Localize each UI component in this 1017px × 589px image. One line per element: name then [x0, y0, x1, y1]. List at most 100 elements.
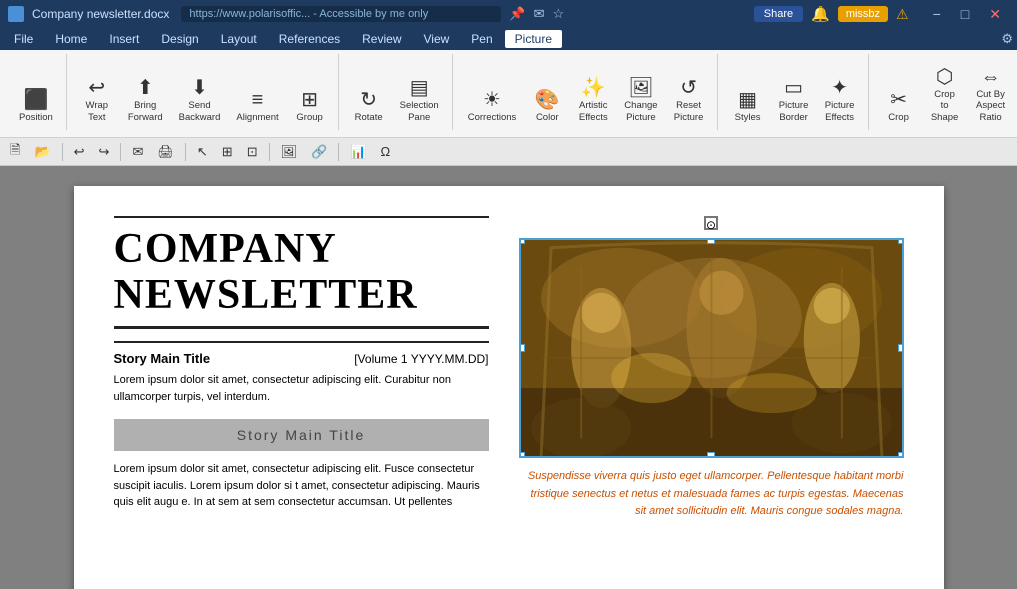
handle-top-left[interactable]: [519, 238, 525, 244]
chart-button[interactable]: 📊: [344, 141, 372, 163]
menu-home[interactable]: Home: [45, 30, 97, 48]
warning-icon: ⚠: [896, 6, 909, 23]
caption-text: Suspendisse viverra quis justo eget ulla…: [528, 470, 904, 517]
undo-button[interactable]: ↩: [68, 141, 91, 163]
star-icon[interactable]: ☆: [553, 6, 565, 22]
maximize-button[interactable]: □: [953, 4, 977, 25]
picture-border-button[interactable]: ▭ PictureBorder: [772, 73, 816, 128]
url-bar[interactable]: https://www.polarisoffic... - Accessible…: [181, 6, 501, 22]
ribbon-group-styles: ▦ Styles ▭ PictureBorder ✦ PictureEffect…: [720, 54, 869, 130]
ribbon-group-rotate: ↻ Rotate ▤ SelectionPane: [341, 54, 453, 130]
menu-insert[interactable]: Insert: [99, 30, 149, 48]
rotate-handle[interactable]: ⊙: [704, 216, 718, 230]
menu-design[interactable]: Design: [151, 30, 208, 48]
ribbon-group-arrange: ↩ WrapText ⬆ BringForward ⬇ SendBackward…: [69, 54, 339, 130]
handle-top-right[interactable]: [898, 238, 904, 244]
new-button[interactable]: 🗎: [4, 138, 26, 166]
color-button[interactable]: 🎨 Color: [525, 85, 569, 128]
corrections-button[interactable]: ☀ Corrections: [461, 85, 524, 128]
group-button[interactable]: ⊞ Group: [288, 85, 332, 128]
alignment-button[interactable]: ≡ Alignment: [229, 85, 285, 128]
redo-button[interactable]: ↪: [93, 141, 116, 163]
crop-to-shape-icon: ⬡: [936, 67, 953, 87]
artistic-effects-button[interactable]: ✨ ArtisticEffects: [571, 73, 615, 128]
styles-icon: ▦: [738, 90, 757, 110]
menu-layout[interactable]: Layout: [211, 30, 267, 48]
corrections-icon: ☀: [483, 90, 501, 110]
selected-image-container[interactable]: [519, 238, 904, 458]
link-button[interactable]: 🔗: [305, 141, 333, 163]
group-icon: ⊞: [301, 90, 318, 110]
title-bar: Company newsletter.docx https://www.pola…: [0, 0, 1017, 28]
minimize-button[interactable]: −: [925, 4, 949, 25]
picture-border-icon: ▭: [784, 78, 803, 98]
close-button[interactable]: ✕: [981, 4, 1009, 25]
reset-picture-button[interactable]: ↺ ResetPicture: [667, 73, 711, 128]
bring-forward-button[interactable]: ⬆ BringForward: [121, 73, 170, 128]
wrap-text-button[interactable]: ↩ WrapText: [75, 73, 119, 128]
title-bar-actions: Share 🔔 missbz ⚠: [754, 5, 909, 23]
quick-access-toolbar: 🗎 📂 ↩ ↪ ✉ 🖨 ↖ ⊞ ⊡ 🖼 🔗 📊 Ω: [0, 138, 1017, 166]
handle-bottom-right[interactable]: [898, 452, 904, 458]
newsletter-title: COMPANYNEWSLETTER: [114, 226, 489, 329]
handle-right-middle[interactable]: [898, 344, 904, 352]
menu-bar: File Home Insert Design Layout Reference…: [0, 28, 1017, 50]
bell-icon[interactable]: 🔔: [811, 5, 830, 23]
pin-icon[interactable]: 📌: [509, 6, 525, 22]
menu-picture[interactable]: Picture: [505, 30, 562, 48]
handle-bottom-left[interactable]: [519, 452, 525, 458]
crop-to-shape-button[interactable]: ⬡ Crop toShape: [923, 62, 967, 128]
picture-effects-icon: ✦: [831, 78, 848, 98]
send-backward-button[interactable]: ⬇ SendBackward: [172, 73, 228, 128]
change-picture-button[interactable]: 🖼 ChangePicture: [617, 73, 664, 128]
position-button[interactable]: ⬛ Position: [12, 85, 60, 128]
selection-pane-button[interactable]: ▤ SelectionPane: [393, 73, 446, 128]
crop-button[interactable]: ✂ Crop: [877, 85, 921, 128]
menu-pen[interactable]: Pen: [461, 30, 502, 48]
print-button[interactable]: 🖨: [151, 141, 180, 163]
handle-top-middle[interactable]: [707, 238, 715, 244]
image-svg: [521, 240, 902, 456]
filename: Company newsletter.docx: [32, 7, 169, 21]
toolbar-separator-1: [62, 143, 63, 161]
styles-button[interactable]: ▦ Styles: [726, 85, 770, 128]
ribbon-group-position: ⬛ Position: [6, 54, 67, 130]
table-button[interactable]: ⊞: [216, 141, 239, 163]
toolbar-separator-2: [120, 143, 121, 161]
cursor-button[interactable]: ↖: [191, 141, 214, 163]
rotate-button[interactable]: ↻ Rotate: [347, 85, 391, 128]
menu-file[interactable]: File: [4, 30, 43, 48]
change-picture-icon: 🖼: [628, 78, 653, 98]
ribbon-group-crop: ✂ Crop ⬡ Crop toShape ⇔ Cut ByAspect Rat…: [871, 54, 1017, 130]
bottom-rule: [114, 341, 489, 343]
open-button[interactable]: 📂: [28, 141, 56, 163]
ribbon-group-adjust: ☀ Corrections 🎨 Color ✨ ArtisticEffects …: [455, 54, 718, 130]
menu-view[interactable]: View: [414, 30, 460, 48]
rotate-icon: ↻: [360, 90, 377, 110]
top-rule: [114, 216, 489, 218]
artistic-effects-icon: ✨: [581, 78, 606, 98]
position-icon: ⬛: [23, 90, 48, 110]
toolbar-separator-4: [269, 143, 270, 161]
document-page: COMPANYNEWSLETTER Story Main Title [Volu…: [74, 186, 944, 589]
image-caption: Suspendisse viverra quis justo eget ulla…: [519, 468, 904, 521]
story-volume: [Volume 1 YYYY.MM.DD]: [354, 352, 488, 366]
share-button[interactable]: Share: [754, 6, 803, 22]
picture-effects-button[interactable]: ✦ PictureEffects: [818, 73, 862, 128]
mail-icon[interactable]: ✉: [534, 6, 545, 22]
image-button[interactable]: 🖼: [275, 141, 304, 163]
grid-button[interactable]: ⊡: [241, 141, 264, 163]
handle-left-middle[interactable]: [519, 344, 525, 352]
cut-aspect-icon: ⇔: [981, 67, 1001, 87]
cut-by-aspect-ratio-button[interactable]: ⇔ Cut ByAspect Ratio: [969, 62, 1013, 128]
right-column: ⊙: [519, 216, 904, 589]
formula-button[interactable]: Ω: [374, 141, 396, 162]
crop-icon: ✂: [890, 90, 907, 110]
user-button[interactable]: missbz: [838, 6, 888, 22]
menu-references[interactable]: References: [269, 30, 350, 48]
handle-bottom-middle[interactable]: [707, 452, 715, 458]
bring-forward-icon: ⬆: [137, 78, 154, 98]
send-mail-button[interactable]: ✉: [126, 141, 149, 163]
ribbon-settings-icon[interactable]: ⚙: [1001, 31, 1013, 47]
menu-review[interactable]: Review: [352, 30, 411, 48]
